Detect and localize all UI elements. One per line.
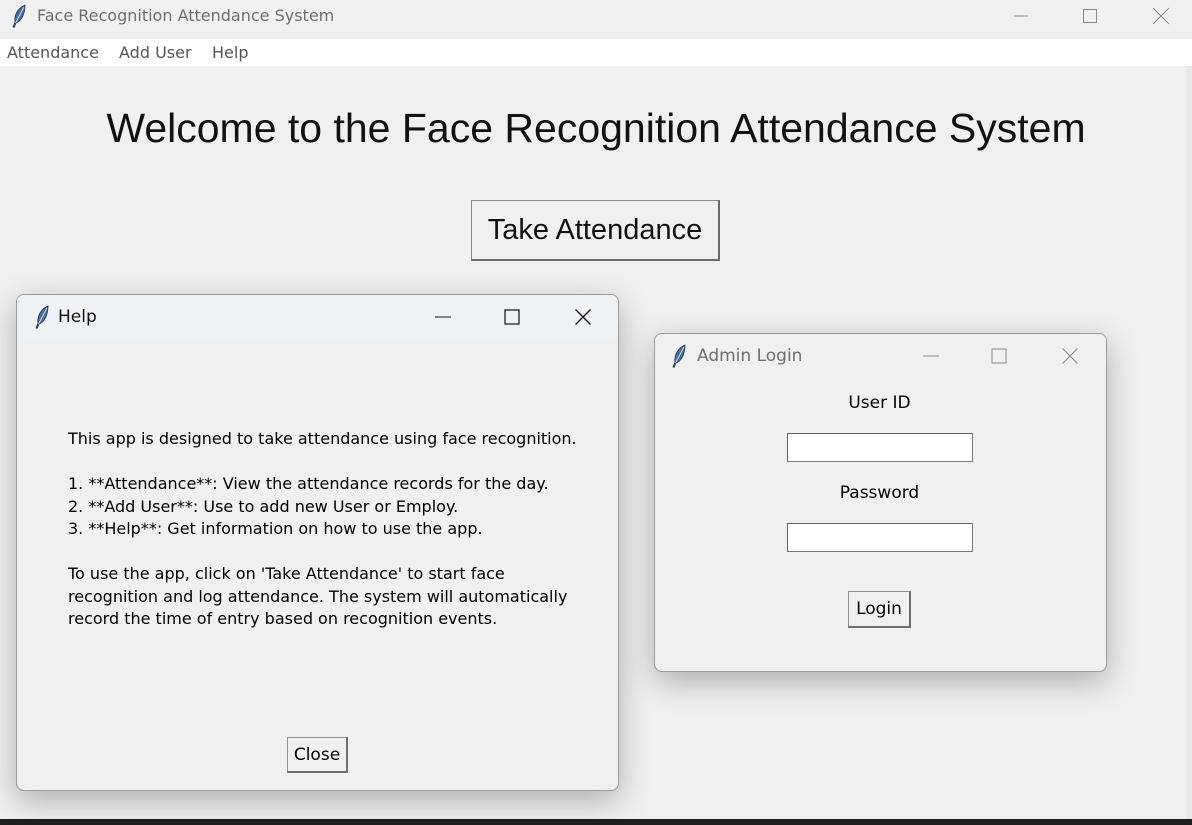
user-id-label: User ID bbox=[848, 393, 911, 413]
feather-icon bbox=[11, 4, 27, 28]
help-title-bar[interactable]: Help bbox=[17, 295, 618, 339]
menu-item-help[interactable]: Help bbox=[212, 43, 248, 63]
minimize-icon bbox=[435, 316, 451, 318]
help-text: This app is designed to take attendance … bbox=[68, 429, 577, 628]
login-close-button[interactable] bbox=[1047, 340, 1093, 372]
close-button[interactable] bbox=[1138, 0, 1184, 32]
close-icon bbox=[1062, 348, 1078, 364]
close-icon bbox=[575, 309, 591, 325]
login-minimize-button[interactable] bbox=[908, 340, 954, 372]
feather-icon bbox=[671, 344, 687, 368]
user-id-input[interactable] bbox=[787, 433, 973, 462]
help-maximize-button[interactable] bbox=[489, 301, 535, 333]
taskbar-edge bbox=[0, 819, 1192, 825]
feather-icon bbox=[34, 305, 50, 329]
help-close-button[interactable] bbox=[560, 301, 606, 333]
menu-bar: Attendance Add User Help bbox=[0, 39, 1192, 66]
minimize-button[interactable] bbox=[998, 0, 1044, 32]
maximize-icon bbox=[991, 348, 1007, 364]
help-dialog-title: Help bbox=[58, 307, 97, 327]
login-button[interactable]: Login bbox=[848, 591, 911, 628]
password-label: Password bbox=[839, 483, 920, 503]
window-title: Face Recognition Attendance System bbox=[37, 6, 335, 25]
minimize-icon bbox=[1014, 15, 1028, 17]
main-title-bar[interactable]: Face Recognition Attendance System bbox=[0, 0, 1192, 38]
login-title-bar[interactable]: Admin Login bbox=[655, 334, 1106, 378]
login-maximize-button[interactable] bbox=[976, 340, 1022, 372]
menu-item-add-user[interactable]: Add User bbox=[119, 43, 192, 63]
menu-item-attendance[interactable]: Attendance bbox=[7, 43, 99, 63]
maximize-icon bbox=[1083, 9, 1097, 23]
window-edge bbox=[1186, 66, 1192, 825]
welcome-heading: Welcome to the Face Recognition Attendan… bbox=[106, 105, 1086, 151]
help-minimize-button[interactable] bbox=[420, 301, 466, 333]
take-attendance-button[interactable]: Take Attendance bbox=[471, 200, 720, 261]
maximize-button[interactable] bbox=[1067, 0, 1113, 32]
admin-login-dialog: Admin Login User ID Password Login bbox=[654, 333, 1107, 672]
close-dialog-button[interactable]: Close bbox=[287, 737, 348, 773]
password-input[interactable] bbox=[787, 523, 973, 552]
help-dialog: Help This app is designed to take attend… bbox=[16, 294, 619, 791]
close-icon bbox=[1152, 7, 1170, 25]
login-dialog-title: Admin Login bbox=[697, 346, 803, 366]
maximize-icon bbox=[504, 309, 520, 325]
minimize-icon bbox=[923, 355, 939, 357]
